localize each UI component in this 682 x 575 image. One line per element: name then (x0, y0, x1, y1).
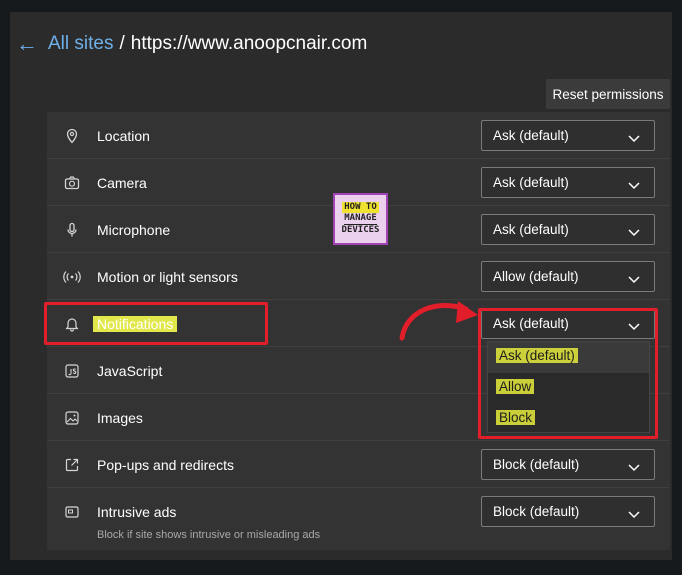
select-value: Ask (default) (493, 222, 569, 237)
permission-label: Microphone (97, 222, 171, 238)
breadcrumb-all-sites-link[interactable]: All sites (48, 33, 113, 55)
camera-icon (63, 174, 81, 192)
chevron-down-icon (628, 271, 640, 289)
permission-row-location: Location Ask (default) (47, 112, 670, 159)
permission-row-motion-sensors: Motion or light sensors Allow (default) (47, 253, 670, 300)
popup-icon (63, 456, 81, 474)
annotation-arrow-icon (399, 301, 478, 341)
location-select[interactable]: Ask (default) (481, 120, 655, 151)
chevron-down-icon (628, 506, 640, 524)
javascript-icon (63, 362, 81, 380)
logo-line-3: DEVICES (341, 225, 380, 235)
popups-select[interactable]: Block (default) (481, 449, 655, 480)
select-value: Ask (default) (493, 175, 569, 190)
reset-permissions-button[interactable]: Reset permissions (546, 79, 670, 109)
chevron-down-icon (628, 177, 640, 195)
motion-sensor-icon (63, 268, 81, 286)
ads-icon (63, 503, 81, 521)
permission-label: Pop-ups and redirects (97, 457, 234, 473)
annotation-box-dropdown (478, 308, 658, 439)
motion-sensors-select[interactable]: Allow (default) (481, 261, 655, 292)
permission-label: Camera (97, 175, 147, 191)
breadcrumb: ← All sites / https://www.anoopcnair.com (16, 30, 367, 58)
logo-line-2: MANAGE (344, 213, 377, 225)
permission-description: Block if site shows intrusive or mislead… (97, 529, 321, 541)
chevron-down-icon (628, 224, 640, 242)
permission-label: Location (97, 128, 150, 144)
select-value: Allow (default) (493, 269, 579, 284)
breadcrumb-separator: / (119, 33, 125, 54)
camera-select[interactable]: Ask (default) (481, 167, 655, 198)
select-value: Block (default) (493, 457, 580, 472)
image-icon (63, 409, 81, 427)
microphone-icon (63, 221, 81, 239)
chevron-down-icon (628, 459, 640, 477)
back-arrow-icon[interactable]: ← (16, 33, 38, 55)
microphone-select[interactable]: Ask (default) (481, 214, 655, 245)
select-value: Block (default) (493, 504, 580, 519)
annotation-box-notifications-label (44, 302, 268, 345)
logo-line-1: HOW TO (342, 202, 379, 213)
permission-label: Intrusive ads (97, 504, 177, 520)
page-title: https://www.anoopcnair.com (130, 33, 368, 54)
how-to-manage-devices-logo: HOW TO MANAGE DEVICES (333, 193, 388, 245)
permission-label: Motion or light sensors (97, 269, 238, 285)
location-pin-icon (63, 127, 81, 145)
permission-row-popups: Pop-ups and redirects Block (default) (47, 441, 670, 488)
permission-label: Images (97, 410, 143, 426)
permission-label: JavaScript (97, 363, 163, 379)
select-value: Ask (default) (493, 128, 569, 143)
permission-row-intrusive-ads: Intrusive ads Block if site shows intrus… (47, 488, 670, 550)
chevron-down-icon (628, 130, 640, 148)
intrusive-ads-select[interactable]: Block (default) (481, 496, 655, 527)
